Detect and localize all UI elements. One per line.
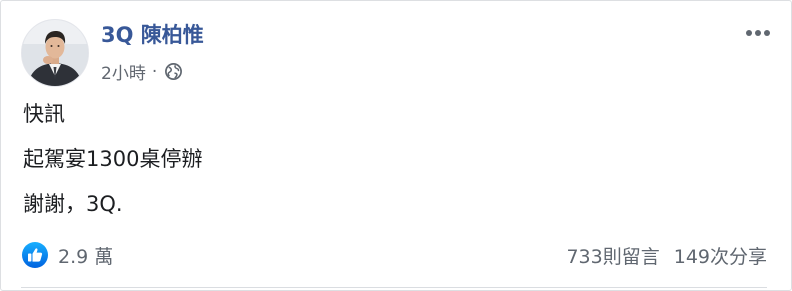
reaction-count: 2.9 萬 [58, 245, 114, 268]
more-dot [746, 30, 752, 36]
more-dot [755, 30, 761, 36]
more-dot [764, 30, 770, 36]
post-line-headline: 快訊 [23, 102, 65, 126]
author-avatar[interactable] [21, 19, 89, 87]
post-content: 快訊 起駕宴1300桌停辦 謝謝，3Q. [23, 102, 202, 237]
more-options-icon[interactable] [743, 23, 773, 43]
comment-count-link[interactable]: 733則留言 [566, 242, 659, 269]
post-timestamp[interactable]: 2小時 [101, 59, 146, 84]
reaction-summary[interactable]: 2.9 萬 [21, 241, 113, 269]
footer-divider [21, 287, 767, 288]
author-name[interactable]: 3Q 陳柏惟 [101, 19, 204, 49]
like-icon [21, 241, 49, 269]
post-meta: 2小時 · [101, 59, 183, 84]
post-line-thanks: 謝謝，3Q. [23, 192, 123, 216]
post-footer: 2.9 萬 733則留言 149次分享 [21, 241, 767, 269]
post-line-announcement: 起駕宴1300桌停辦 [23, 147, 203, 171]
globe-icon[interactable] [164, 62, 183, 81]
facebook-post: 3Q 陳柏惟 2小時 · 快訊 起駕宴1300桌停辦 謝謝，3Q. 2.9 萬 … [0, 0, 792, 291]
meta-separator: · [151, 61, 158, 82]
share-count-link[interactable]: 149次分享 [674, 242, 767, 269]
avatar-photo [22, 20, 88, 86]
engagement-stats: 733則留言 149次分享 [566, 242, 767, 269]
